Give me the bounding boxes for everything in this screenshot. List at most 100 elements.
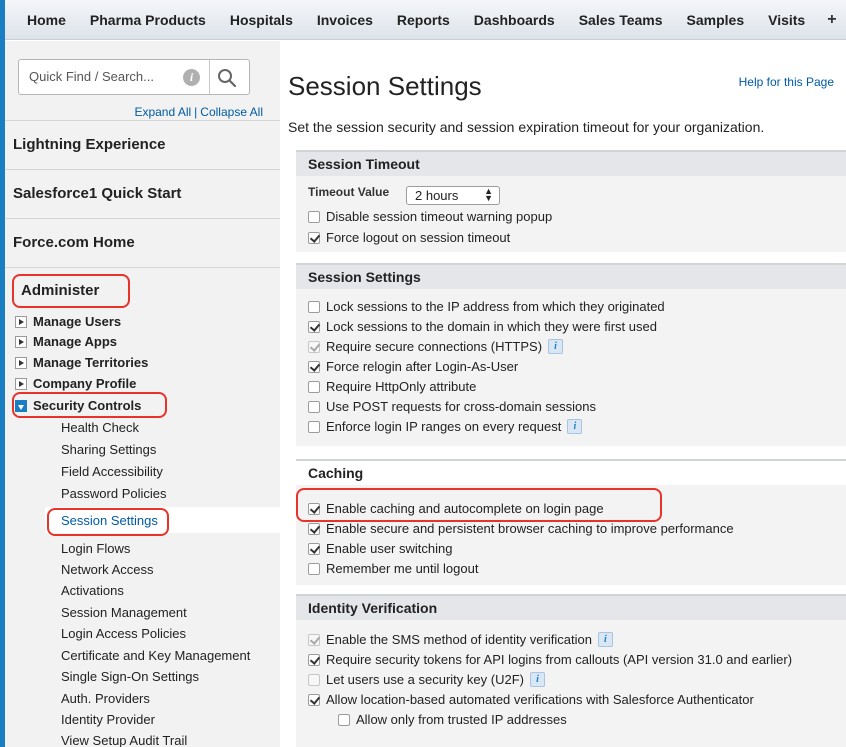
add-tab-plus-icon[interactable]: + — [817, 11, 836, 29]
checkbox[interactable] — [308, 400, 320, 413]
tab-samples[interactable]: Samples — [675, 12, 757, 28]
expand-arrow-icon[interactable] — [15, 356, 27, 369]
top-nav-bar: Home Pharma Products Hospitals Invoices … — [5, 0, 846, 40]
tab-pharma-products[interactable]: Pharma Products — [78, 12, 218, 28]
option-location-based-verification[interactable]: Allow location-based automated verificat… — [308, 692, 754, 707]
nav-network-access[interactable]: Network Access — [61, 562, 153, 577]
tree-manage-apps[interactable]: Manage Apps — [15, 334, 117, 349]
timeout-value-select[interactable]: 2 hours ▲ ▼ — [406, 186, 500, 205]
tab-visits[interactable]: Visits — [756, 12, 817, 28]
nav-single-sign-on-settings[interactable]: Single Sign-On Settings — [61, 669, 199, 684]
tab-invoices[interactable]: Invoices — [305, 12, 385, 28]
checkbox-checked[interactable] — [308, 693, 320, 706]
tab-home[interactable]: Home — [5, 12, 78, 28]
tab-reports[interactable]: Reports — [385, 12, 462, 28]
section-forcecom-home[interactable]: Force.com Home — [5, 218, 280, 266]
link-separator: | — [194, 105, 198, 119]
option-require-https[interactable]: Require secure connections (HTTPS) i — [308, 339, 564, 354]
info-icon[interactable]: i — [567, 419, 583, 434]
option-security-key-u2f[interactable]: Let users use a security key (U2F) i — [308, 672, 545, 687]
option-disable-timeout-warning[interactable]: Disable session timeout warning popup — [308, 209, 552, 224]
checkbox-checked[interactable] — [308, 320, 320, 333]
option-user-switching[interactable]: Enable user switching — [308, 541, 452, 556]
checkbox[interactable] — [308, 300, 320, 313]
expand-arrow-icon[interactable] — [15, 335, 27, 348]
checkbox[interactable] — [308, 562, 320, 575]
section-administer[interactable]: Administer — [21, 282, 99, 299]
tree-manage-users[interactable]: Manage Users — [15, 314, 121, 329]
tab-dashboards[interactable]: Dashboards — [462, 12, 567, 28]
section-lightning-experience[interactable]: Lightning Experience — [5, 120, 280, 168]
expand-collapse-links: Expand All | Collapse All — [5, 105, 263, 119]
nav-login-flows[interactable]: Login Flows — [61, 541, 130, 556]
option-httponly[interactable]: Require HttpOnly attribute — [308, 379, 476, 394]
help-link[interactable]: Help for this Page — [739, 75, 834, 89]
quick-find-input[interactable] — [29, 69, 179, 84]
nav-view-setup-audit-trail[interactable]: View Setup Audit Trail — [61, 733, 187, 747]
expand-arrow-icon[interactable] — [15, 377, 27, 390]
main-content: Session Settings Help for this Page Set … — [280, 41, 846, 747]
checkbox-checked[interactable] — [308, 360, 320, 373]
search-icon[interactable] — [216, 67, 238, 89]
checkbox-checked[interactable] — [308, 653, 320, 666]
checkbox[interactable] — [338, 713, 350, 726]
nav-field-accessibility[interactable]: Field Accessibility — [61, 464, 163, 479]
nav-session-settings[interactable]: Session Settings — [61, 513, 158, 528]
expand-all-link[interactable]: Expand All — [134, 105, 191, 119]
tree-security-controls[interactable]: Security Controls — [15, 398, 141, 413]
option-trusted-ip-only[interactable]: Allow only from trusted IP addresses — [338, 712, 567, 727]
checkbox[interactable] — [308, 380, 320, 393]
session-settings-header: Session Settings — [296, 265, 846, 289]
session-timeout-panel: Session Timeout Timeout Value 2 hours ▲ ▼… — [296, 150, 846, 252]
option-enable-caching-autocomplete[interactable]: Enable caching and autocomplete on login… — [308, 501, 604, 516]
expand-arrow-icon[interactable] — [15, 315, 27, 328]
info-icon[interactable]: i — [183, 69, 200, 86]
option-lock-domain[interactable]: Lock sessions to the domain in which the… — [308, 319, 657, 334]
option-remember-me[interactable]: Remember me until logout — [308, 561, 478, 576]
option-enforce-ip-ranges[interactable]: Enforce login IP ranges on every request… — [308, 419, 583, 434]
caching-header: Caching — [296, 461, 846, 485]
page-title: Session Settings — [288, 71, 482, 101]
nav-session-management[interactable]: Session Management — [61, 605, 187, 620]
checkbox-disabled — [308, 340, 320, 353]
nav-health-check[interactable]: Health Check — [61, 420, 139, 435]
tree-manage-territories[interactable]: Manage Territories — [15, 355, 148, 370]
select-arrows-icon: ▲ ▼ — [484, 186, 493, 203]
setup-sidebar: i Expand All|Collapse All Lightning Expe… — [5, 41, 280, 747]
section-salesforce1-quick-start[interactable]: Salesforce1 Quick Start — [5, 169, 280, 217]
identity-verification-panel: Identity Verification Enable the SMS met… — [296, 594, 846, 747]
timeout-value-label: Timeout Value — [308, 185, 390, 199]
info-icon[interactable]: i — [548, 339, 564, 354]
section-divider — [5, 267, 280, 268]
nav-sharing-settings[interactable]: Sharing Settings — [61, 442, 156, 457]
option-security-tokens-api[interactable]: Require security tokens for API logins f… — [308, 652, 792, 667]
option-persistent-caching[interactable]: Enable secure and persistent browser cac… — [308, 521, 734, 536]
checkbox[interactable] — [308, 210, 320, 223]
tab-sales-teams[interactable]: Sales Teams — [567, 12, 675, 28]
nav-password-policies[interactable]: Password Policies — [61, 486, 167, 501]
checkbox-checked[interactable] — [308, 231, 320, 244]
checkbox-checked[interactable] — [308, 522, 320, 535]
option-sms-verification[interactable]: Enable the SMS method of identity verifi… — [308, 632, 613, 647]
nav-identity-provider[interactable]: Identity Provider — [61, 712, 155, 727]
option-force-relogin[interactable]: Force relogin after Login-As-User — [308, 359, 518, 374]
option-force-logout[interactable]: Force logout on session timeout — [308, 230, 510, 245]
timeout-value-selected: 2 hours — [415, 188, 459, 203]
option-post-requests[interactable]: Use POST requests for cross-domain sessi… — [308, 399, 596, 414]
nav-auth-providers[interactable]: Auth. Providers — [61, 691, 150, 706]
info-icon[interactable]: i — [597, 632, 613, 647]
collapse-all-link[interactable]: Collapse All — [200, 105, 263, 119]
tree-company-profile[interactable]: Company Profile — [15, 376, 136, 391]
tab-hospitals[interactable]: Hospitals — [218, 12, 305, 28]
collapse-arrow-icon[interactable] — [15, 399, 27, 412]
checkbox-checked[interactable] — [308, 502, 320, 515]
nav-certificate-key-management[interactable]: Certificate and Key Management — [61, 648, 250, 663]
nav-login-access-policies[interactable]: Login Access Policies — [61, 626, 186, 641]
checkbox[interactable] — [308, 420, 320, 433]
option-lock-ip[interactable]: Lock sessions to the IP address from whi… — [308, 299, 665, 314]
checkbox-checked[interactable] — [308, 542, 320, 555]
session-timeout-header: Session Timeout — [296, 152, 846, 176]
caching-panel: Caching Enable caching and autocomplete … — [296, 459, 846, 585]
info-icon[interactable]: i — [529, 672, 545, 687]
nav-activations[interactable]: Activations — [61, 583, 124, 598]
